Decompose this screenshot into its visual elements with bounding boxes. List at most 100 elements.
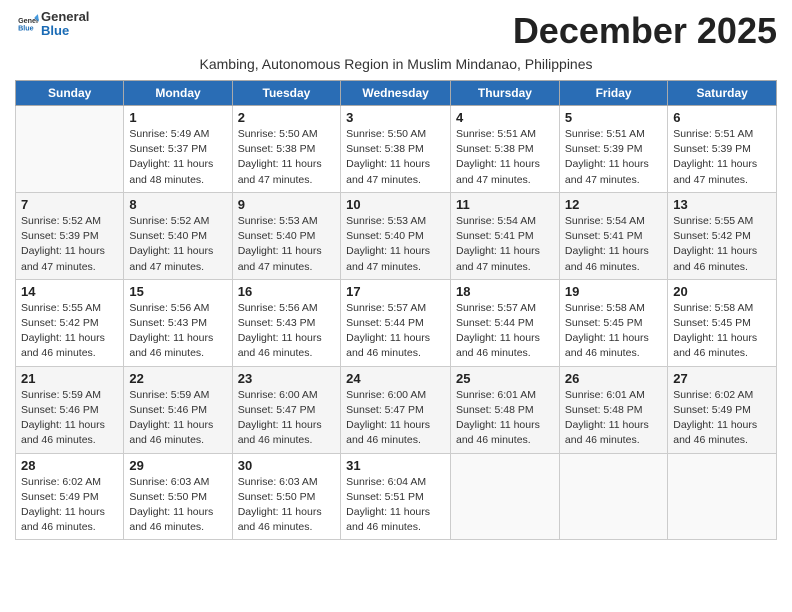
day-info: Sunrise: 6:03 AM Sunset: 5:50 PM Dayligh…	[129, 475, 226, 536]
calendar-week-row: 7 Sunrise: 5:52 AM Sunset: 5:39 PM Daylig…	[16, 192, 777, 279]
day-info: Sunrise: 5:53 AM Sunset: 5:40 PM Dayligh…	[346, 214, 445, 275]
calendar-cell: 28Sunrise: 6:02 AM Sunset: 5:49 PM Dayli…	[16, 453, 124, 540]
day-of-week-header: Saturday	[668, 81, 777, 106]
day-number: 17	[346, 284, 445, 299]
calendar-cell: 18 Sunrise: 5:57 AM Sunset: 5:44 PM Dayli…	[450, 279, 559, 366]
day-info: Sunrise: 5:55 AM Sunset: 5:42 PM Dayligh…	[673, 214, 771, 275]
calendar-cell: 2 Sunrise: 5:50 AM Sunset: 5:38 PM Daylig…	[232, 106, 340, 193]
calendar-subtitle: Kambing, Autonomous Region in Muslim Min…	[15, 56, 777, 72]
day-info: Sunrise: 5:49 AM Sunset: 5:37 PM Dayligh…	[129, 127, 226, 188]
day-of-week-header: Thursday	[450, 81, 559, 106]
day-info: Sunrise: 6:00 AM Sunset: 5:47 PM Dayligh…	[346, 388, 445, 449]
day-number: 18	[456, 284, 554, 299]
day-number: 19	[565, 284, 662, 299]
calendar-cell: 24 Sunrise: 6:00 AM Sunset: 5:47 PM Dayli…	[341, 366, 451, 453]
day-info: Sunrise: 5:55 AM Sunset: 5:42 PM Dayligh…	[21, 301, 118, 362]
day-info: Sunrise: 5:59 AM Sunset: 5:46 PM Dayligh…	[21, 388, 118, 449]
day-info: Sunrise: 6:03 AM Sunset: 5:50 PM Dayligh…	[238, 475, 335, 536]
day-info: Sunrise: 5:54 AM Sunset: 5:41 PM Dayligh…	[565, 214, 662, 275]
calendar-cell: 16Sunrise: 5:56 AM Sunset: 5:43 PM Dayli…	[232, 279, 340, 366]
day-number: 14	[21, 284, 118, 299]
calendar-cell: 19 Sunrise: 5:58 AM Sunset: 5:45 PM Dayli…	[559, 279, 667, 366]
day-number: 22	[129, 371, 226, 386]
logo-blue-text: Blue	[41, 24, 89, 38]
day-number: 15	[129, 284, 226, 299]
svg-text:Blue: Blue	[18, 25, 34, 33]
calendar-cell	[559, 453, 667, 540]
day-info: Sunrise: 6:01 AM Sunset: 5:48 PM Dayligh…	[565, 388, 662, 449]
day-number: 28	[21, 458, 118, 473]
calendar-cell: 23 Sunrise: 6:00 AM Sunset: 5:47 PM Dayli…	[232, 366, 340, 453]
calendar-cell: 6 Sunrise: 5:51 AM Sunset: 5:39 PM Daylig…	[668, 106, 777, 193]
calendar-cell: 8Sunrise: 5:52 AM Sunset: 5:40 PM Daylig…	[124, 192, 232, 279]
calendar-week-row: 21 Sunrise: 5:59 AM Sunset: 5:46 PM Dayli…	[16, 366, 777, 453]
calendar-cell: 1Sunrise: 5:49 AM Sunset: 5:37 PM Daylig…	[124, 106, 232, 193]
logo: General Blue General Blue	[15, 10, 89, 39]
day-number: 24	[346, 371, 445, 386]
day-number: 31	[346, 458, 445, 473]
day-of-week-header: Monday	[124, 81, 232, 106]
day-of-week-header: Wednesday	[341, 81, 451, 106]
day-number: 30	[238, 458, 335, 473]
day-info: Sunrise: 5:59 AM Sunset: 5:46 PM Dayligh…	[129, 388, 226, 449]
day-number: 23	[238, 371, 335, 386]
calendar-cell: 5Sunrise: 5:51 AM Sunset: 5:39 PM Daylig…	[559, 106, 667, 193]
calendar-cell	[668, 453, 777, 540]
day-info: Sunrise: 5:50 AM Sunset: 5:38 PM Dayligh…	[346, 127, 445, 188]
day-number: 7	[21, 197, 118, 212]
day-info: Sunrise: 5:58 AM Sunset: 5:45 PM Dayligh…	[673, 301, 771, 362]
day-number: 12	[565, 197, 662, 212]
calendar-week-row: 28Sunrise: 6:02 AM Sunset: 5:49 PM Dayli…	[16, 453, 777, 540]
day-info: Sunrise: 5:51 AM Sunset: 5:39 PM Dayligh…	[673, 127, 771, 188]
calendar-cell: 10 Sunrise: 5:53 AM Sunset: 5:40 PM Dayli…	[341, 192, 451, 279]
calendar-cell: 14 Sunrise: 5:55 AM Sunset: 5:42 PM Dayli…	[16, 279, 124, 366]
day-info: Sunrise: 6:04 AM Sunset: 5:51 PM Dayligh…	[346, 475, 445, 536]
day-number: 4	[456, 110, 554, 125]
calendar-cell: 15 Sunrise: 5:56 AM Sunset: 5:43 PM Dayli…	[124, 279, 232, 366]
day-info: Sunrise: 5:56 AM Sunset: 5:43 PM Dayligh…	[129, 301, 226, 362]
calendar-week-row: 14 Sunrise: 5:55 AM Sunset: 5:42 PM Dayli…	[16, 279, 777, 366]
day-number: 29	[129, 458, 226, 473]
day-info: Sunrise: 6:00 AM Sunset: 5:47 PM Dayligh…	[238, 388, 335, 449]
day-number: 6	[673, 110, 771, 125]
day-number: 25	[456, 371, 554, 386]
calendar-cell: 12 Sunrise: 5:54 AM Sunset: 5:41 PM Dayli…	[559, 192, 667, 279]
calendar-cell	[16, 106, 124, 193]
day-info: Sunrise: 6:01 AM Sunset: 5:48 PM Dayligh…	[456, 388, 554, 449]
calendar-cell: 29 Sunrise: 6:03 AM Sunset: 5:50 PM Dayli…	[124, 453, 232, 540]
day-of-week-header: Friday	[559, 81, 667, 106]
day-info: Sunrise: 5:51 AM Sunset: 5:38 PM Dayligh…	[456, 127, 554, 188]
calendar-cell: 4 Sunrise: 5:51 AM Sunset: 5:38 PM Daylig…	[450, 106, 559, 193]
day-number: 5	[565, 110, 662, 125]
calendar-cell: 3 Sunrise: 5:50 AM Sunset: 5:38 PM Daylig…	[341, 106, 451, 193]
day-info: Sunrise: 5:57 AM Sunset: 5:44 PM Dayligh…	[346, 301, 445, 362]
calendar-cell: 11Sunrise: 5:54 AM Sunset: 5:41 PM Dayli…	[450, 192, 559, 279]
day-of-week-header: Tuesday	[232, 81, 340, 106]
calendar-cell: 22 Sunrise: 5:59 AM Sunset: 5:46 PM Dayli…	[124, 366, 232, 453]
calendar-cell: 17 Sunrise: 5:57 AM Sunset: 5:44 PM Dayli…	[341, 279, 451, 366]
day-number: 13	[673, 197, 771, 212]
calendar-cell: 13 Sunrise: 5:55 AM Sunset: 5:42 PM Dayli…	[668, 192, 777, 279]
logo-icon: General Blue	[17, 13, 39, 35]
day-of-week-header: Sunday	[16, 81, 124, 106]
calendar-cell: 9Sunrise: 5:53 AM Sunset: 5:40 PM Daylig…	[232, 192, 340, 279]
day-info: Sunrise: 5:57 AM Sunset: 5:44 PM Dayligh…	[456, 301, 554, 362]
logo-general-text: General	[41, 10, 89, 24]
day-number: 11	[456, 197, 554, 212]
day-info: Sunrise: 6:02 AM Sunset: 5:49 PM Dayligh…	[673, 388, 771, 449]
calendar-cell: 27Sunrise: 6:02 AM Sunset: 5:49 PM Dayli…	[668, 366, 777, 453]
day-info: Sunrise: 5:53 AM Sunset: 5:40 PM Dayligh…	[238, 214, 335, 275]
day-number: 3	[346, 110, 445, 125]
calendar-cell: 20Sunrise: 5:58 AM Sunset: 5:45 PM Dayli…	[668, 279, 777, 366]
day-info: Sunrise: 5:52 AM Sunset: 5:39 PM Dayligh…	[21, 214, 118, 275]
page-header: General Blue General Blue December 2025	[15, 10, 777, 52]
day-info: Sunrise: 5:58 AM Sunset: 5:45 PM Dayligh…	[565, 301, 662, 362]
day-info: Sunrise: 5:50 AM Sunset: 5:38 PM Dayligh…	[238, 127, 335, 188]
calendar-week-row: 1Sunrise: 5:49 AM Sunset: 5:37 PM Daylig…	[16, 106, 777, 193]
calendar-cell: 7 Sunrise: 5:52 AM Sunset: 5:39 PM Daylig…	[16, 192, 124, 279]
day-number: 10	[346, 197, 445, 212]
day-info: Sunrise: 5:56 AM Sunset: 5:43 PM Dayligh…	[238, 301, 335, 362]
day-number: 2	[238, 110, 335, 125]
calendar-cell: 21 Sunrise: 5:59 AM Sunset: 5:46 PM Dayli…	[16, 366, 124, 453]
day-number: 21	[21, 371, 118, 386]
